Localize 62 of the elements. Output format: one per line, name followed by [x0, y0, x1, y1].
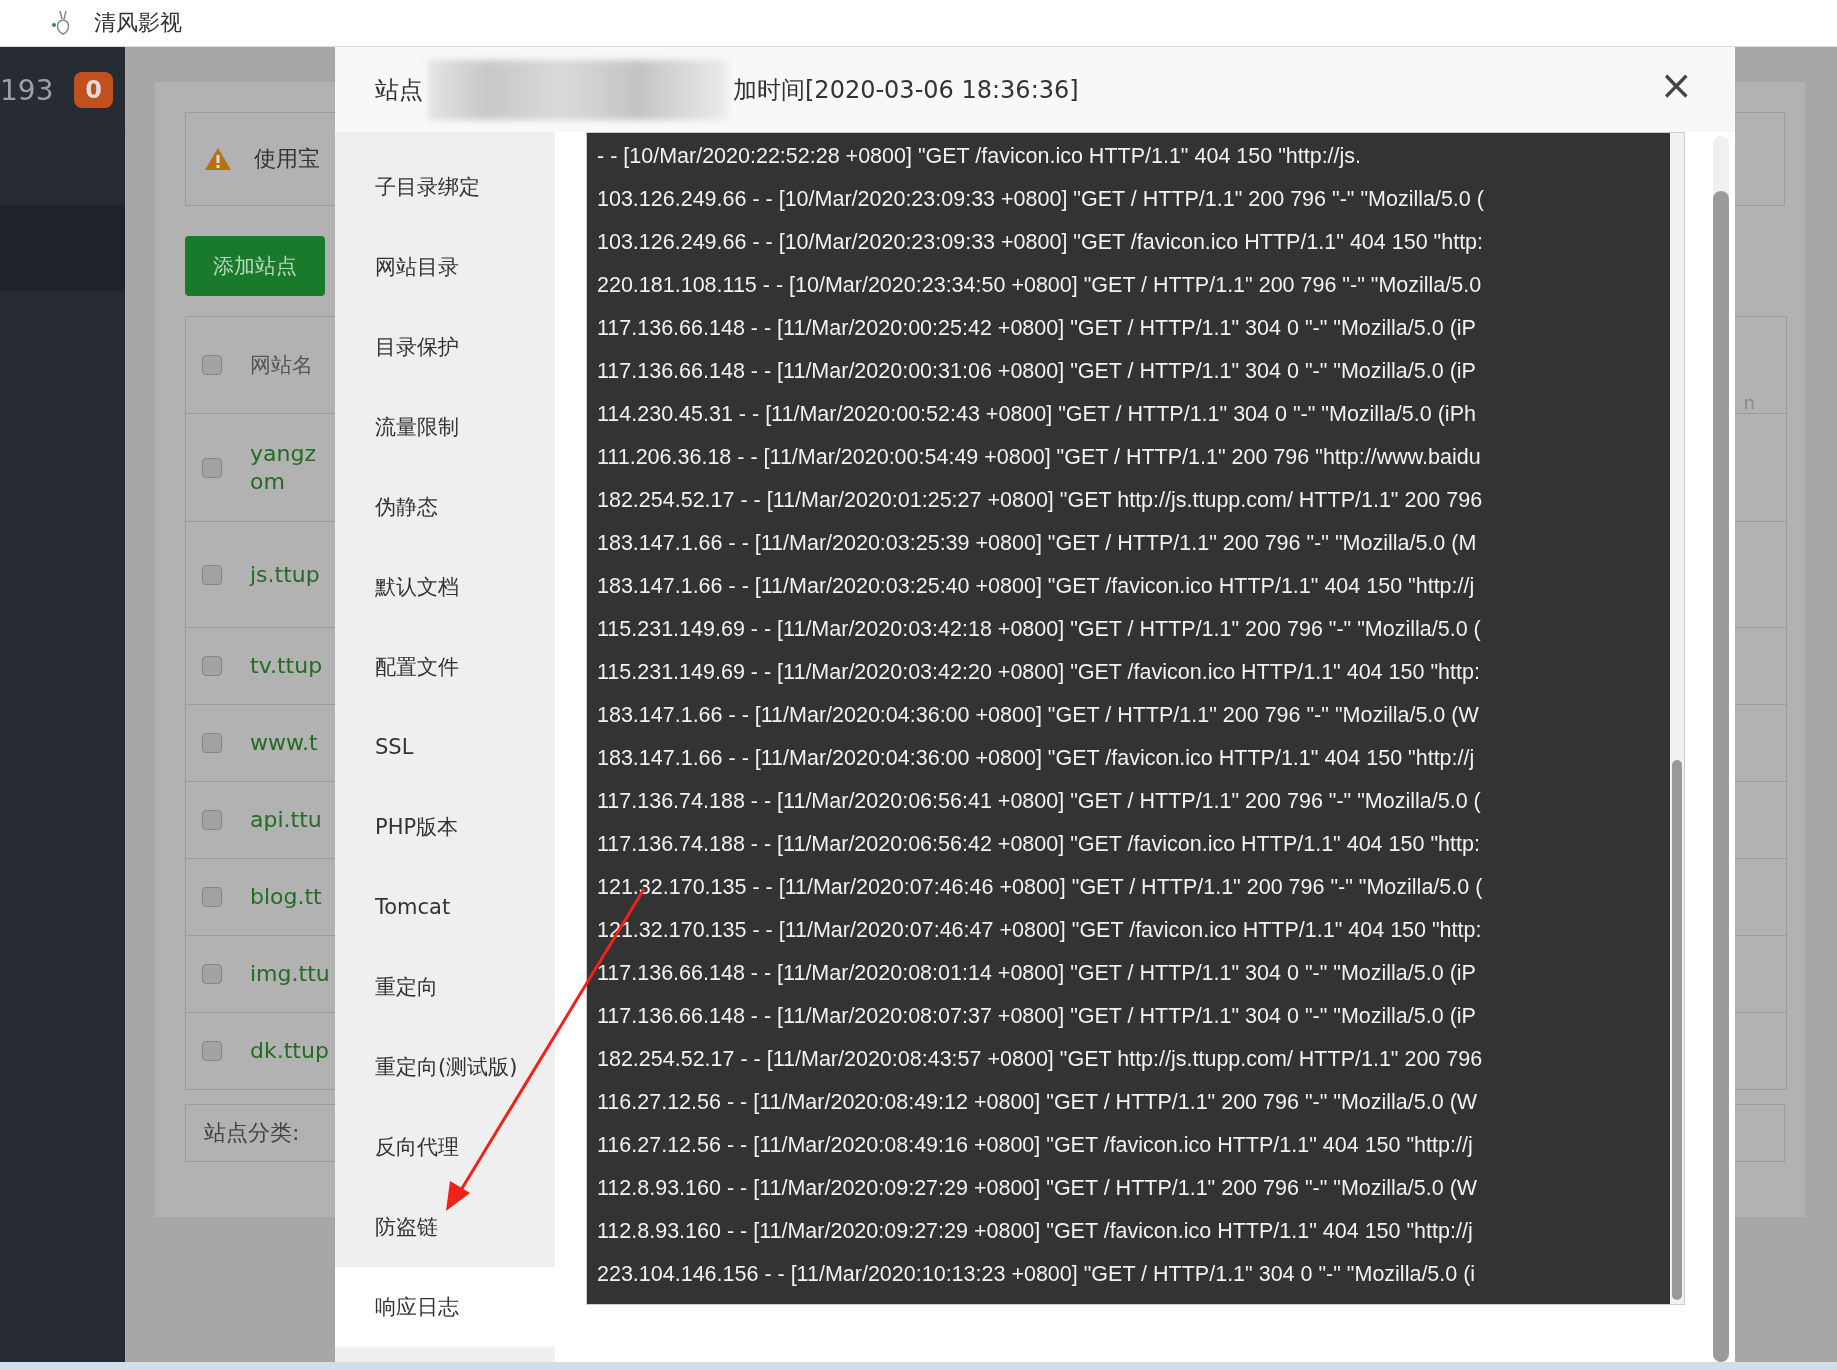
menu-item[interactable]: 响应日志 — [335, 1267, 555, 1347]
log-line: - - [10/Mar/2020:22:52:28 +0800] "GET /favicon.ico HTTP/1.1" 404 150 "http://js. — [597, 143, 1363, 170]
log-line: 112.8.93.160 - - [11/Mar/2020:09:27:29 +0800] "GET /favicon.ico HTTP/1.1" 404 150 "http://j — [597, 1218, 1474, 1245]
bookmark-item[interactable]: 清风影视 — [50, 8, 182, 38]
menu-item[interactable]: 防盗链 — [335, 1187, 555, 1267]
log-line: 114.230.45.31 - - [11/Mar/2020:00:52:43 +0800] "GET / HTTP/1.1" 304 0 "-" "Mozilla/5.0 (iPh — [597, 401, 1477, 428]
server-count: 193 — [0, 73, 54, 107]
log-line: 183.147.1.66 - - [11/Mar/2020:04:36:00 +0800] "GET /favicon.ico HTTP/1.1" 404 150 "http://j — [597, 745, 1476, 772]
log-line: 103.126.249.66 - - [10/Mar/2020:23:09:33 +0800] "GET / HTTP/1.1" 200 796 "-" "Mozilla/5.0 ( — [597, 186, 1485, 213]
close-button[interactable]: × — [1655, 65, 1697, 105]
log-line: 116.27.12.56 - - [11/Mar/2020:08:49:12 +0800] "GET / HTTP/1.1" 200 796 "-" "Mozilla/5.0 (W — [597, 1089, 1479, 1116]
log-line: 223.104.146.156 - - [11/Mar/2020:10:13:23 +0800] "GET / HTTP/1.1" 304 0 "-" "Mozilla/5.0 (i — [597, 1261, 1477, 1288]
checkbox[interactable] — [202, 887, 222, 907]
checkbox[interactable] — [202, 355, 222, 375]
log-line: 183.147.1.66 - - [11/Mar/2020:04:36:00 +0800] "GET / HTTP/1.1" 200 796 "-" "Mozilla/5.0 (W — [597, 702, 1480, 729]
log-line: 117.136.74.188 - - [11/Mar/2020:06:56:41 +0800] "GET / HTTP/1.1" 200 796 "-" "Mozilla/5.0 ( — [597, 788, 1482, 815]
menu-item[interactable]: 网站目录 — [335, 227, 555, 307]
category-label: 站点分类: — [204, 1119, 300, 1147]
menu-item[interactable]: Tomcat — [335, 867, 555, 947]
log-line: 182.254.52.17 - - [11/Mar/2020:01:25:27 +0800] "GET http://js.ttupp.com/ HTTP/1.1" 200 796 — [597, 487, 1484, 514]
log-line: 116.27.12.56 - - [11/Mar/2020:08:49:16 +0800] "GET /favicon.ico HTTP/1.1" 404 150 "http://j — [597, 1132, 1474, 1159]
log-line: 115.231.149.69 - - [11/Mar/2020:03:42:18 +0800] "GET / HTTP/1.1" 200 796 "-" "Mozilla/5.0 ( — [597, 616, 1482, 643]
checkbox[interactable] — [202, 457, 222, 478]
menu-item[interactable]: 流量限制 — [335, 387, 555, 467]
log-line: 117.136.66.148 - - [11/Mar/2020:08:07:37 +0800] "GET / HTTP/1.1" 304 0 "-" "Mozilla/5.0 (iP — [597, 1003, 1477, 1030]
log-line: 183.147.1.66 - - [11/Mar/2020:03:25:40 +0800] "GET /favicon.ico HTTP/1.1" 404 150 "http://j — [597, 573, 1476, 600]
menu-item[interactable]: 反向代理 — [335, 1107, 555, 1187]
warning-icon — [204, 147, 232, 171]
log-line: 117.136.74.188 - - [11/Mar/2020:06:56:42 +0800] "GET /favicon.ico HTTP/1.1" 404 150 "http: — [597, 831, 1481, 858]
checkbox[interactable] — [202, 810, 222, 830]
log-line: 220.181.108.115 - - [10/Mar/2020:23:34:50 +0800] "GET / HTTP/1.1" 200 796 "-" "Mozilla/5.0 — [597, 272, 1483, 299]
log-line: 117.136.66.148 - - [11/Mar/2020:00:31:06 +0800] "GET / HTTP/1.1" 304 0 "-" "Mozilla/5.0 (iP — [597, 358, 1477, 385]
dialog-title: 加时间[2020-03-06 18:36:36] — [733, 74, 1079, 106]
checkbox[interactable] — [202, 1041, 222, 1061]
scrollbar[interactable] — [1713, 136, 1729, 1362]
menu-item[interactable]: 子目录绑定 — [335, 147, 555, 227]
scrollbar[interactable] — [1670, 133, 1684, 1304]
menu-item[interactable]: 重定向 — [335, 947, 555, 1027]
menu-item[interactable]: 配置文件 — [335, 627, 555, 707]
notification-badge[interactable]: 0 — [74, 72, 113, 108]
menu-item[interactable]: 伪静态 — [335, 467, 555, 547]
log-line: 112.8.93.160 - - [11/Mar/2020:09:27:29 +0800] "GET / HTTP/1.1" 200 796 "-" "Mozilla/5.0 (W — [597, 1175, 1479, 1202]
checkbox[interactable] — [202, 656, 222, 676]
checkbox[interactable] — [202, 964, 222, 984]
dialog-title: 站点 — [375, 74, 423, 106]
log-line: 183.147.1.66 - - [11/Mar/2020:03:25:39 +0800] "GET / HTTP/1.1" 200 796 "-" "Mozilla/5.0 (M — [597, 530, 1478, 557]
log-line: 115.231.149.69 - - [11/Mar/2020:03:42:20 +0800] "GET /favicon.ico HTTP/1.1" 404 150 "http: — [597, 659, 1481, 686]
menu-item[interactable]: 默认文档 — [335, 547, 555, 627]
menu-item[interactable]: 重定向(测试版) — [335, 1027, 555, 1107]
menu-item[interactable]: PHP版本 — [335, 787, 555, 867]
log-line: 103.126.249.66 - - [10/Mar/2020:23:09:33 +0800] "GET /favicon.ico HTTP/1.1" 404 150 "http: — [597, 229, 1485, 256]
column-header: 网站名 — [250, 352, 313, 379]
menu-item[interactable]: 目录保护 — [335, 307, 555, 387]
alert-text: 使用宝 — [254, 145, 320, 173]
log-line: 117.136.66.148 - - [11/Mar/2020:00:25:42 +0800] "GET / HTTP/1.1" 304 0 "-" "Mozilla/5.0 (iP — [597, 315, 1477, 342]
log-line: 121.32.170.135 - - [11/Mar/2020:07:46:46 +0800] "GET / HTTP/1.1" 200 796 "-" "Mozilla/5.0 ( — [597, 874, 1484, 901]
log-line: 182.254.52.17 - - [11/Mar/2020:08:43:57 +0800] "GET http://js.ttupp.com/ HTTP/1.1" 200 796 — [597, 1046, 1484, 1073]
log-line: 111.206.36.18 - - [11/Mar/2020:00:54:49 +0800] "GET / HTTP/1.1" 200 796 "http://www.baidu — [597, 444, 1482, 471]
log-line: 117.136.66.148 - - [11/Mar/2020:08:01:14 +0800] "GET / HTTP/1.1" 304 0 "-" "Mozilla/5.0 (iP — [597, 960, 1477, 987]
menu-item[interactable]: SSL — [335, 707, 555, 787]
checkbox[interactable] — [202, 733, 222, 753]
checkbox[interactable] — [202, 564, 222, 585]
